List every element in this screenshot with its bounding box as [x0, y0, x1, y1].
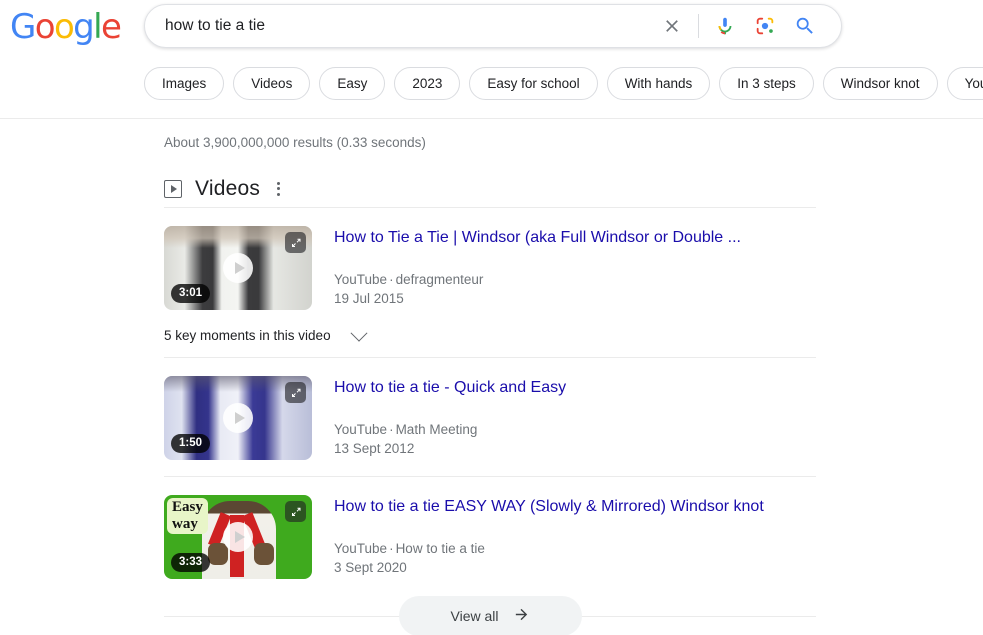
thumbnail-hand-left-3: [208, 543, 228, 565]
play-icon-1[interactable]: [223, 253, 253, 283]
videos-section-title: Videos: [195, 176, 261, 200]
video-result-2: 1:50 How to tie a tie - Quick and Easy Y…: [164, 358, 816, 460]
video-source-line-2: YouTube · Math Meeting: [334, 420, 566, 439]
chip-youtube[interactable]: Youtube: [946, 67, 983, 100]
video-thumbnail-1[interactable]: 3:01: [164, 226, 312, 310]
video-info-1: How to Tie a Tie | Windsor (aka Full Win…: [312, 226, 741, 310]
meta-separator-2: ·: [389, 422, 394, 437]
video-channel-1: defragmenteur: [395, 272, 484, 287]
chevron-down-icon: [350, 324, 368, 342]
video-title-link-2[interactable]: How to tie a tie - Quick and Easy: [334, 378, 566, 398]
expand-icon-3[interactable]: [285, 501, 306, 522]
search-box: [144, 4, 842, 48]
logo-letter-e: e: [101, 7, 122, 47]
search-box-actions: [652, 13, 841, 39]
meta-separator-1: ·: [389, 272, 394, 287]
chip-easy[interactable]: Easy: [319, 67, 386, 100]
meta-separator-3: ·: [389, 541, 394, 556]
video-date-1: 19 Jul 2015: [334, 291, 404, 306]
view-all-button[interactable]: View all: [398, 596, 582, 635]
video-meta-2: YouTube · Math Meeting 13 Sept 2012: [334, 420, 566, 458]
logo-letter-l: l: [93, 7, 102, 47]
logo-letter-g1: G: [10, 7, 36, 47]
video-info-3: How to tie a tie EASY WAY (Slowly & Mirr…: [312, 495, 764, 579]
expand-icon-2[interactable]: [285, 382, 306, 403]
chip-in-3-steps[interactable]: In 3 steps: [719, 67, 814, 100]
search-submit-icon[interactable]: [792, 13, 818, 39]
videos-section-header: Videos: [164, 174, 816, 208]
video-duration-2: 1:50: [171, 434, 211, 453]
video-source-2: YouTube: [334, 422, 388, 437]
arrow-right-icon: [513, 606, 530, 626]
logo-letter-o2: o: [53, 7, 75, 47]
video-duration-3: 3:33: [171, 553, 211, 572]
chip-videos[interactable]: Videos: [233, 67, 311, 100]
chip-2023[interactable]: 2023: [394, 67, 461, 100]
video-date-2: 13 Sept 2012: [334, 441, 415, 456]
video-channel-2: Math Meeting: [395, 422, 478, 437]
video-thumbnail-2[interactable]: 1:50: [164, 376, 312, 460]
video-source-3: YouTube: [334, 541, 388, 556]
video-title-link-3[interactable]: How to tie a tie EASY WAY (Slowly & Mirr…: [334, 497, 764, 517]
video-source-1: YouTube: [334, 272, 388, 287]
overlay-line-1: Easy: [172, 499, 203, 515]
thumbnail-hand-right-3: [254, 543, 274, 565]
video-duration-1: 3:01: [171, 284, 211, 303]
chip-with-hands[interactable]: With hands: [606, 67, 711, 100]
play-icon-3[interactable]: [223, 522, 253, 552]
video-channel-3: How to tie a tie: [395, 541, 485, 556]
videos-section: Videos 3:01 How to Tie a Tie | Windsor (…: [164, 174, 816, 635]
video-meta-1: YouTube · defragmenteur 19 Jul 2015: [334, 270, 741, 308]
video-source-line-3: YouTube · How to tie a tie: [334, 539, 764, 558]
video-source-line-1: YouTube · defragmenteur: [334, 270, 741, 289]
search-header: Google how to tie a tie Images Videos Ea…: [0, 0, 983, 119]
google-logo[interactable]: Google: [10, 7, 122, 47]
video-date-3: 3 Sept 2020: [334, 560, 407, 575]
video-meta-3: YouTube · How to tie a tie 3 Sept 2020: [334, 539, 764, 577]
more-options-icon[interactable]: [274, 178, 283, 200]
key-moments-label-1: 5 key moments in this video: [164, 328, 331, 343]
clear-icon[interactable]: [659, 13, 685, 39]
google-lens-icon[interactable]: [752, 13, 778, 39]
video-result-3: Easy way 3:33 How to tie a tie EASY WAY …: [164, 477, 816, 579]
expand-icon-1[interactable]: [285, 232, 306, 253]
thumbnail-overlay-text-3: Easy way: [167, 498, 208, 534]
video-play-box-icon: [164, 179, 182, 198]
play-icon-2[interactable]: [223, 403, 253, 433]
view-all-container: View all: [164, 596, 816, 635]
result-stats: About 3,900,000,000 results (0.33 second…: [164, 135, 426, 150]
logo-letter-o1: o: [34, 7, 56, 47]
video-info-2: How to tie a tie - Quick and Easy YouTub…: [312, 376, 566, 460]
logo-letter-g2: g: [73, 7, 95, 47]
chip-images[interactable]: Images: [144, 67, 225, 100]
chip-easy-for-school[interactable]: Easy for school: [469, 67, 598, 100]
search-divider: [698, 14, 699, 38]
view-all-label: View all: [450, 608, 499, 624]
filter-chips: Images Videos Easy 2023 Easy for school …: [144, 67, 983, 100]
key-moments-toggle-1[interactable]: 5 key moments in this video: [164, 324, 816, 358]
microphone-icon[interactable]: [712, 13, 738, 39]
overlay-line-2: way: [172, 516, 198, 532]
video-thumbnail-3[interactable]: Easy way 3:33: [164, 495, 312, 579]
video-title-link-1[interactable]: How to Tie a Tie | Windsor (aka Full Win…: [334, 228, 741, 248]
video-result-1: 3:01 How to Tie a Tie | Windsor (aka Ful…: [164, 208, 816, 310]
chip-windsor-knot[interactable]: Windsor knot: [822, 67, 938, 100]
search-input[interactable]: [145, 17, 652, 35]
